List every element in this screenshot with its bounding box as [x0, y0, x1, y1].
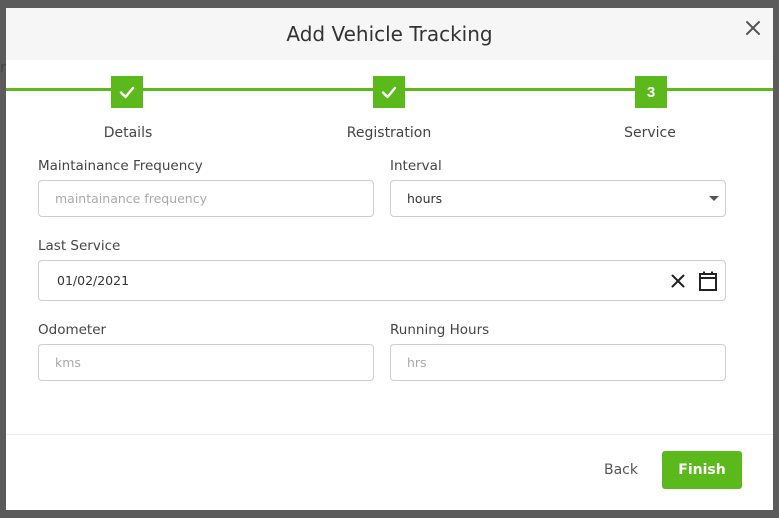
maintenance-frequency-label: Maintainance Frequency — [38, 158, 203, 174]
step-service-label: Service — [624, 125, 676, 141]
footer-divider — [6, 434, 773, 435]
interval-label: Interval — [390, 158, 442, 174]
modal-header: Add Vehicle Tracking — [6, 8, 773, 60]
check-icon — [381, 86, 397, 99]
finish-button[interactable]: Finish — [662, 451, 742, 489]
add-vehicle-tracking-modal: Add Vehicle Tracking Details Registratio… — [6, 8, 773, 510]
last-service-date-picker[interactable]: 01/02/2021 — [38, 260, 726, 301]
odometer-label: Odometer — [38, 322, 107, 338]
step-registration-indicator[interactable] — [373, 76, 405, 108]
interval-select[interactable]: hours — [390, 180, 726, 217]
running-hours-label: Running Hours — [390, 322, 490, 338]
chevron-down-icon — [709, 196, 719, 201]
odometer-input[interactable] — [38, 344, 374, 381]
calendar-icon — [699, 271, 717, 291]
step-service-indicator[interactable]: 3 — [635, 76, 667, 108]
clear-icon — [671, 274, 685, 288]
modal-title: Add Vehicle Tracking — [286, 22, 493, 46]
maintenance-frequency-input[interactable] — [38, 180, 374, 217]
last-service-date-value: 01/02/2021 — [57, 273, 130, 288]
check-icon — [119, 86, 135, 99]
clear-date-button[interactable] — [669, 272, 687, 293]
interval-selected-value: hours — [407, 191, 443, 206]
background-text-fragment: r — [0, 60, 6, 76]
close-button[interactable] — [743, 18, 763, 38]
step-details-label: Details — [103, 125, 153, 141]
back-button[interactable]: Back — [594, 454, 648, 486]
step-details-indicator[interactable] — [111, 76, 143, 108]
step-registration-label: Registration — [346, 125, 432, 141]
last-service-label: Last Service — [38, 238, 121, 254]
close-icon — [746, 21, 760, 35]
calendar-button[interactable] — [698, 270, 718, 295]
running-hours-input[interactable] — [390, 344, 726, 381]
